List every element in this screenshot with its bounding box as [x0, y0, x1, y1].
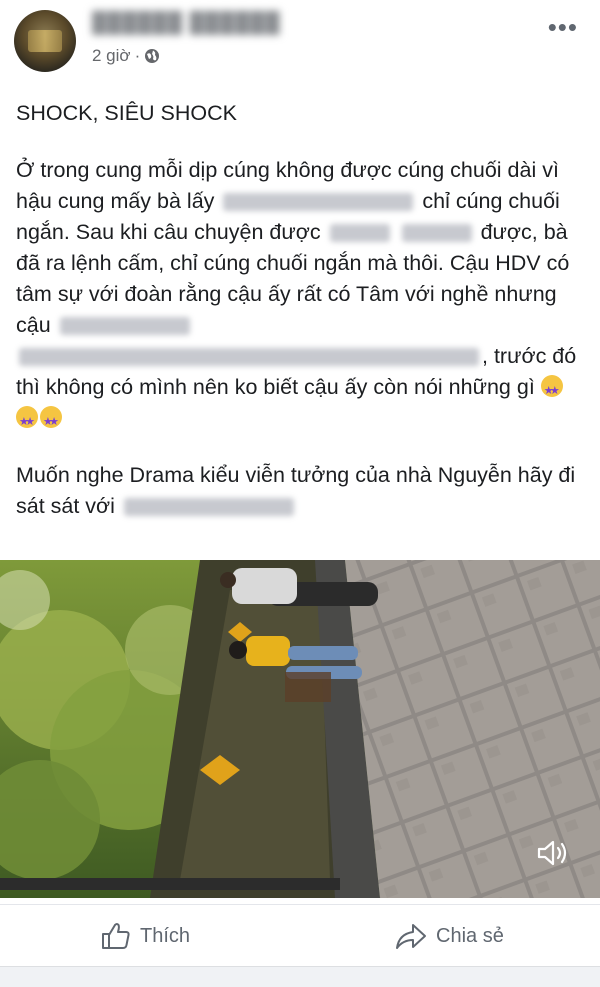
post-text-segment: Muốn nghe Drama kiểu viễn tưởng của nhà … — [16, 463, 576, 518]
redacted-text — [59, 317, 190, 336]
like-label: Thích — [140, 924, 191, 947]
author-name-redacted[interactable]: ██████ ██████ — [92, 12, 281, 35]
post-time[interactable]: 2 giờ — [92, 46, 131, 66]
more-options-icon[interactable]: ••• — [548, 14, 578, 40]
post-paragraph-3: Muốn nghe Drama kiểu viễn tưởng của nhà … — [16, 460, 588, 522]
redacted-text — [19, 348, 479, 367]
volume-icon[interactable] — [536, 838, 570, 868]
star-struck-emoji — [540, 375, 563, 407]
meta-separator: · — [134, 46, 141, 65]
redacted-text — [123, 498, 294, 517]
post-header: ██████ ██████ 2 giờ · ••• — [0, 0, 600, 80]
share-arrow-icon — [396, 924, 426, 949]
redacted-text — [223, 193, 414, 212]
star-struck-emoji — [16, 406, 38, 438]
post-video[interactable] — [0, 560, 600, 898]
redacted-text — [329, 224, 390, 243]
thumbs-up-icon — [102, 923, 130, 949]
post-paragraph-1: SHOCK, SIÊU SHOCK — [16, 101, 238, 125]
like-button[interactable]: Thích — [100, 905, 190, 967]
star-struck-emoji — [40, 406, 62, 438]
redacted-text — [401, 224, 472, 243]
post-action-bar: Thích Chia sẻ — [0, 904, 600, 967]
feed-divider — [0, 966, 600, 987]
share-button[interactable]: Chia sẻ — [394, 905, 504, 967]
post-meta: 2 giờ · — [92, 46, 160, 66]
video-frame — [0, 560, 600, 898]
post-body: SHOCK, SIÊU SHOCK Ở trong cung mỗi dịp c… — [16, 98, 588, 522]
post-paragraph-2: Ở trong cung mỗi dịp cúng không được cún… — [16, 155, 588, 438]
avatar[interactable] — [14, 10, 76, 72]
globe-icon[interactable] — [144, 48, 160, 64]
share-label: Chia sẻ — [436, 924, 504, 947]
